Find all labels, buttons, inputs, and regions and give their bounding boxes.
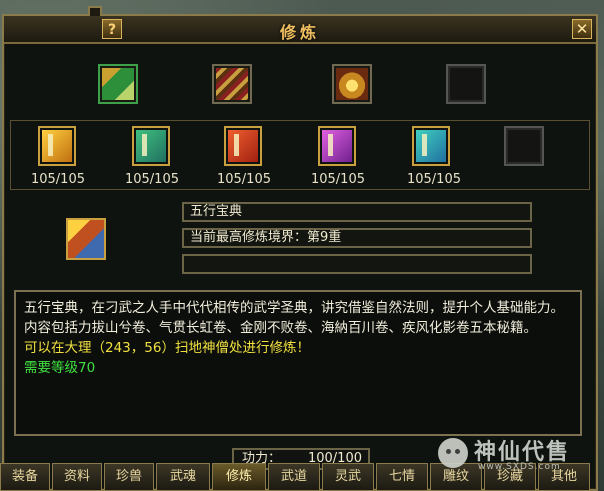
tab-profile[interactable]: 资料 xyxy=(52,463,102,491)
title-bar[interactable]: ? 修炼 ✕ xyxy=(4,16,596,44)
tab-wudao[interactable]: 武道 xyxy=(268,463,320,491)
book-slot-gold[interactable] xyxy=(38,126,76,166)
cyan-book-icon xyxy=(416,130,446,162)
book-count: 105/105 xyxy=(30,172,85,187)
description-body: 五行宝典，在刁武之人手中代代相传的武学圣典，讲究借鉴自然法则，提升个人基础能力。… xyxy=(24,300,564,336)
description-requirement: 需要等级70 xyxy=(24,360,96,376)
tab-lingwu[interactable]: 灵武 xyxy=(322,463,374,491)
red-book-icon xyxy=(228,130,258,162)
book-row-frame xyxy=(10,120,590,190)
tab-equipment[interactable]: 装备 xyxy=(0,463,50,491)
tab-wuhun[interactable]: 武魂 xyxy=(156,463,210,491)
site-watermark: 神仙代售 www.SXDS.com xyxy=(438,432,598,480)
description-panel: 五行宝典，在刁武之人手中代代相传的武学圣典，讲究借鉴自然法则，提升个人基础能力。… xyxy=(14,290,582,436)
window-title: 修炼 xyxy=(279,23,320,42)
tab-qiqing[interactable]: 七情 xyxy=(376,463,428,491)
book-slot-green[interactable] xyxy=(132,126,170,166)
mascot-face-icon xyxy=(438,438,468,468)
selected-book-icon[interactable] xyxy=(66,218,106,260)
selected-book-extra xyxy=(182,254,532,274)
scroll-bundle-icon xyxy=(216,68,248,100)
book-slot-cyan[interactable] xyxy=(412,126,450,166)
gold-book-icon xyxy=(42,130,72,162)
green-book-icon xyxy=(136,130,166,162)
book-count: 105/105 xyxy=(310,172,365,187)
skill-slot-4-empty[interactable] xyxy=(446,64,486,104)
tab-pet[interactable]: 珍兽 xyxy=(104,463,154,491)
skill-slot-2[interactable] xyxy=(212,64,252,104)
gold-chest-icon xyxy=(336,68,368,100)
green-book-icon xyxy=(102,68,134,100)
book-slot-purple[interactable] xyxy=(318,126,356,166)
book-count: 105/105 xyxy=(406,172,461,187)
watermark-url: www.SXDS.com xyxy=(478,462,561,472)
selected-book-name: 五行宝典 xyxy=(182,202,532,222)
description-location: 可以在大理（243，56）扫地神僧处进行修炼！ xyxy=(24,340,310,356)
purple-book-icon xyxy=(322,130,352,162)
book-slot-empty[interactable] xyxy=(504,126,544,166)
close-button[interactable]: ✕ xyxy=(572,19,592,39)
tab-cultivation[interactable]: 修炼 xyxy=(212,463,266,491)
skill-slot-3[interactable] xyxy=(332,64,372,104)
skill-slot-1[interactable] xyxy=(98,64,138,104)
book-count: 105/105 xyxy=(216,172,271,187)
book-count: 105/105 xyxy=(124,172,179,187)
cultivation-window: ? 修炼 ✕ 105/105 105/105 105/105 105/105 1… xyxy=(2,6,598,491)
book-slot-red[interactable] xyxy=(224,126,262,166)
selected-book-realm: 当前最高修炼境界：第9重 xyxy=(182,228,532,248)
